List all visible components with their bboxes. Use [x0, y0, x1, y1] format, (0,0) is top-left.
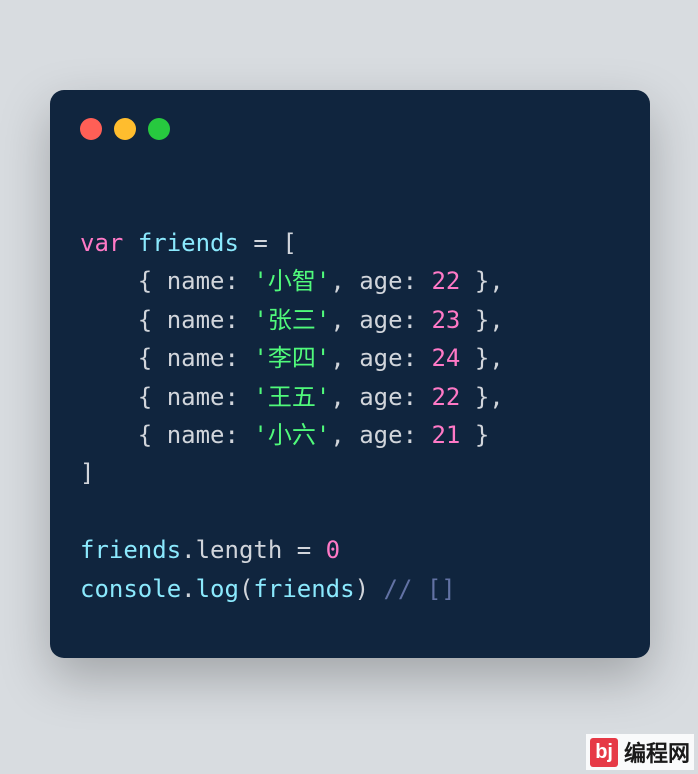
string: '小智'	[253, 267, 330, 295]
punct: ,	[330, 383, 344, 411]
identifier: console	[80, 575, 181, 603]
punct: }	[475, 421, 489, 449]
identifier: friends	[80, 536, 181, 564]
punct: :	[403, 421, 417, 449]
punct: },	[475, 267, 504, 295]
punct: :	[225, 383, 239, 411]
punct: },	[475, 306, 504, 334]
prop-age: age	[359, 421, 402, 449]
punct: {	[138, 383, 152, 411]
punct: :	[225, 306, 239, 334]
punct: {	[138, 421, 152, 449]
punct: (	[239, 575, 253, 603]
punct: :	[225, 421, 239, 449]
punct: :	[225, 344, 239, 372]
watermark-text: 编程网	[624, 736, 690, 768]
punct: ,	[330, 344, 344, 372]
punct: ,	[330, 306, 344, 334]
punct: {	[138, 267, 152, 295]
string: '小六'	[253, 421, 330, 449]
punct: ,	[330, 421, 344, 449]
string: '张三'	[253, 306, 330, 334]
string: '李四'	[253, 344, 330, 372]
code-window: var friends = [ { name: '小智', age: 22 },…	[50, 90, 650, 658]
prop-name: name	[167, 344, 225, 372]
prop-name: name	[167, 383, 225, 411]
close-icon[interactable]	[80, 118, 102, 140]
punct: },	[475, 344, 504, 372]
keyword-var: var	[80, 229, 123, 257]
punct: = [	[253, 229, 296, 257]
punct: :	[225, 267, 239, 295]
window-titlebar	[50, 90, 650, 140]
punct: },	[475, 383, 504, 411]
punct: :	[403, 344, 417, 372]
punct: .	[181, 575, 195, 603]
number: 23	[431, 306, 460, 334]
number: 22	[431, 383, 460, 411]
punct: =	[297, 536, 311, 564]
punct: {	[138, 344, 152, 372]
string: '王五'	[253, 383, 330, 411]
prop-age: age	[359, 267, 402, 295]
number: 0	[326, 536, 340, 564]
punct: :	[403, 383, 417, 411]
minimize-icon[interactable]	[114, 118, 136, 140]
punct: .	[181, 536, 195, 564]
fn-log: log	[196, 575, 239, 603]
number: 22	[431, 267, 460, 295]
comment: // []	[383, 575, 455, 603]
prop-length: length	[196, 536, 283, 564]
watermark-badge-icon: bj	[590, 738, 618, 767]
punct: ]	[80, 459, 94, 487]
punct: :	[403, 267, 417, 295]
punct: ,	[330, 267, 344, 295]
identifier: friends	[253, 575, 354, 603]
punct: )	[355, 575, 369, 603]
number: 24	[431, 344, 460, 372]
maximize-icon[interactable]	[148, 118, 170, 140]
watermark: bj 编程网	[586, 734, 694, 770]
prop-name: name	[167, 306, 225, 334]
punct: {	[138, 306, 152, 334]
punct: :	[403, 306, 417, 334]
code-block: var friends = [ { name: '小智', age: 22 },…	[50, 140, 650, 608]
prop-age: age	[359, 344, 402, 372]
prop-name: name	[167, 421, 225, 449]
prop-age: age	[359, 383, 402, 411]
prop-name: name	[167, 267, 225, 295]
identifier-friends: friends	[138, 229, 239, 257]
number: 21	[431, 421, 460, 449]
prop-age: age	[359, 306, 402, 334]
